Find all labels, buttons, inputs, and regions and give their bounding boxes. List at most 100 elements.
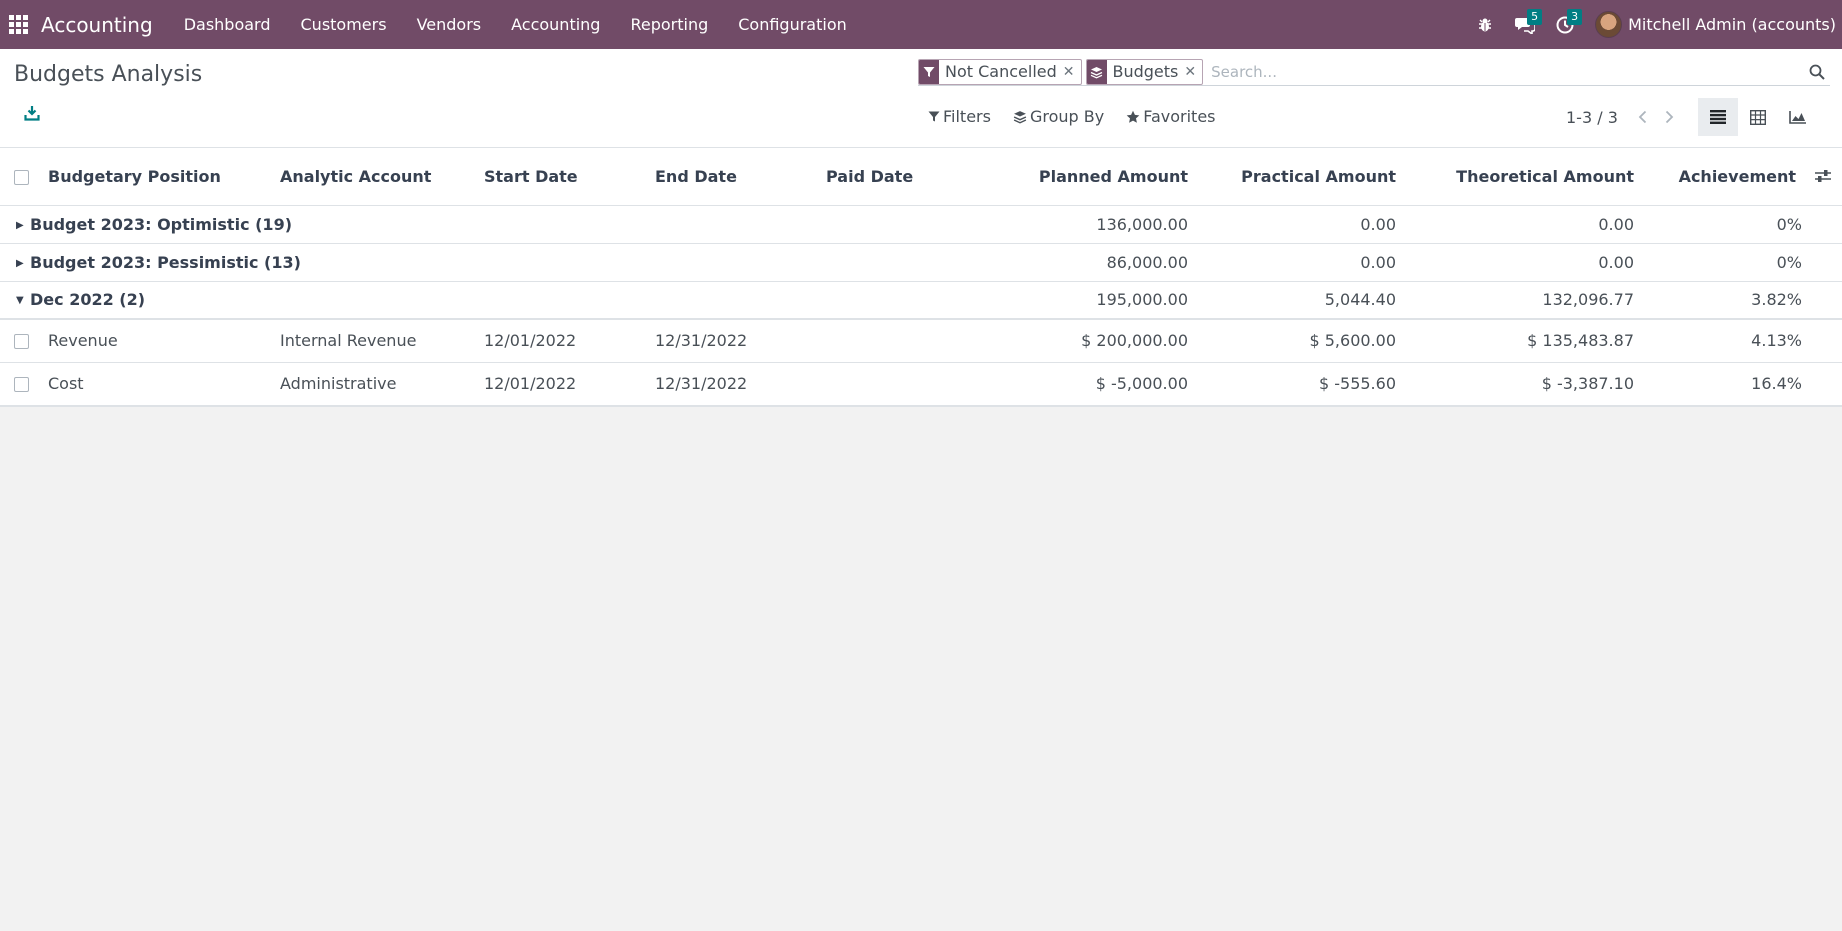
column-end-date[interactable]: End Date [647, 148, 818, 206]
column-planned-amount[interactable]: Planned Amount [989, 148, 1196, 206]
messages-chat-icon[interactable]: 5 [1505, 0, 1545, 49]
apps-menu-icon[interactable] [0, 0, 36, 49]
facet-budgets[interactable]: Budgets ✕ [1085, 59, 1204, 85]
group-label: Dec 2022 (2) [30, 290, 146, 310]
search-bar: Not Cancelled ✕ Budgets ✕ [918, 59, 1830, 86]
cell-practical-amount: $ 5,600.00 [1196, 319, 1404, 363]
facet-remove-icon[interactable]: ✕ [1184, 60, 1202, 84]
cell-end-date: 12/31/2022 [647, 319, 818, 363]
group-row[interactable]: ▼ Dec 2022 (2) 195,000.00 5,044.40 132,09… [0, 281, 1842, 320]
column-analytic-account[interactable]: Analytic Account [272, 148, 476, 206]
star-icon [1126, 110, 1140, 123]
cell-paid-date [818, 319, 989, 363]
layers-icon [1013, 110, 1027, 123]
search-icon[interactable] [1804, 59, 1830, 85]
group-achievement: 3.82% [1642, 281, 1842, 320]
menu-vendors[interactable]: Vendors [402, 0, 497, 49]
group-theoretical: 0.00 [1404, 205, 1642, 244]
menu-configuration[interactable]: Configuration [723, 0, 862, 49]
column-start-date[interactable]: Start Date [476, 148, 647, 206]
cell-start-date: 12/01/2022 [476, 362, 647, 406]
cell-planned-amount: $ -5,000.00 [989, 362, 1196, 406]
user-menu[interactable]: Mitchell Admin (accounts) [1595, 11, 1836, 38]
cell-achievement: 16.4% [1642, 362, 1842, 406]
cell-analytic-account: Internal Revenue [272, 319, 476, 363]
download-button[interactable] [24, 105, 44, 125]
activities-count-badge: 3 [1567, 9, 1583, 25]
group-by-button[interactable]: Group By [1013, 107, 1104, 126]
cell-paid-date [818, 362, 989, 406]
caret-down-icon: ▼ [16, 295, 24, 307]
top-navbar: Accounting Dashboard Customers Vendors A… [0, 0, 1842, 49]
caret-right-icon: ▶ [16, 219, 24, 231]
activities-clock-icon[interactable]: 3 [1545, 0, 1585, 49]
debug-bug-icon[interactable] [1465, 0, 1505, 49]
column-achievement[interactable]: Achievement [1679, 167, 1796, 186]
list-view-icon[interactable] [1698, 98, 1738, 136]
group-achievement: 0% [1642, 243, 1842, 282]
column-paid-date[interactable]: Paid Date [818, 148, 989, 206]
app-brand[interactable]: Accounting [41, 13, 153, 37]
pager-value[interactable]: 1-3 / 3 [1566, 108, 1618, 127]
cell-budgetary-position: Revenue [40, 319, 272, 363]
group-by-label: Group By [1029, 107, 1105, 126]
facet-remove-icon[interactable]: ✕ [1063, 60, 1081, 84]
group-planned: 86,000.00 [989, 243, 1196, 282]
menu-customers[interactable]: Customers [286, 0, 402, 49]
cell-start-date: 12/01/2022 [476, 319, 647, 363]
cell-practical-amount: $ -555.60 [1196, 362, 1404, 406]
group-practical: 0.00 [1196, 205, 1404, 244]
menu-accounting[interactable]: Accounting [496, 0, 615, 49]
group-label: Budget 2023: Pessimistic (13) [30, 252, 301, 272]
avatar [1595, 11, 1623, 38]
search-input[interactable] [1207, 59, 1804, 85]
facet-label: Not Cancelled [945, 62, 1057, 81]
facet-label: Budgets [1112, 62, 1179, 81]
favorites-label: Favorites [1143, 107, 1216, 126]
filters-button[interactable]: Filters [928, 107, 991, 126]
group-achievement: 0% [1642, 205, 1842, 244]
column-theoretical-amount[interactable]: Theoretical Amount [1404, 148, 1642, 206]
cell-analytic-account: Administrative [272, 362, 476, 406]
table-header-row: Budgetary Position Analytic Account Star… [0, 148, 1842, 206]
menu-dashboard[interactable]: Dashboard [169, 0, 286, 49]
messages-count-badge: 5 [1527, 9, 1543, 25]
table-row[interactable]: Cost Administrative 12/01/2022 12/31/202… [0, 362, 1842, 406]
pager: 1-3 / 3 [1566, 107, 1680, 127]
funnel-icon [928, 111, 940, 122]
group-practical: 0.00 [1196, 243, 1404, 282]
budget-list: Budgetary Position Analytic Account Star… [0, 148, 1842, 407]
group-planned: 136,000.00 [989, 205, 1196, 244]
menu-reporting[interactable]: Reporting [615, 0, 723, 49]
select-all-checkbox[interactable] [14, 169, 29, 185]
cell-end-date: 12/31/2022 [647, 362, 818, 406]
row-checkbox[interactable] [14, 334, 29, 350]
group-theoretical: 0.00 [1404, 243, 1642, 282]
cell-theoretical-amount: $ 135,483.87 [1404, 319, 1642, 363]
group-label: Budget 2023: Optimistic (19) [30, 214, 293, 234]
group-row[interactable]: ▶ Budget 2023: Pessimistic (13) 86,000.00… [0, 243, 1842, 282]
facet-not-cancelled[interactable]: Not Cancelled ✕ [918, 59, 1082, 85]
pager-previous-icon[interactable] [1632, 107, 1654, 127]
group-row[interactable]: ▶ Budget 2023: Optimistic (19) 136,000.00… [0, 205, 1842, 244]
page-title: Budgets Analysis [14, 62, 203, 87]
pager-next-icon[interactable] [1658, 107, 1680, 127]
optional-columns-toggle-icon[interactable] [1814, 168, 1832, 187]
layers-icon [1086, 60, 1107, 84]
group-planned: 195,000.00 [989, 281, 1196, 320]
favorites-button[interactable]: Favorites [1126, 107, 1216, 126]
pivot-view-icon[interactable] [1738, 98, 1778, 136]
column-practical-amount[interactable]: Practical Amount [1196, 148, 1404, 206]
cell-theoretical-amount: $ -3,387.10 [1404, 362, 1642, 406]
cell-achievement: 4.13% [1642, 319, 1842, 363]
group-theoretical: 132,096.77 [1404, 281, 1642, 320]
graph-view-icon[interactable] [1778, 98, 1818, 136]
control-panel: Budgets Analysis Not Cancelled ✕ Budgets… [0, 49, 1842, 148]
group-practical: 5,044.40 [1196, 281, 1404, 320]
row-checkbox[interactable] [14, 377, 29, 392]
column-budgetary-position[interactable]: Budgetary Position [40, 148, 272, 206]
cell-planned-amount: $ 200,000.00 [989, 319, 1196, 363]
table-row[interactable]: Revenue Internal Revenue 12/01/2022 12/3… [0, 319, 1842, 363]
view-switcher [1698, 98, 1818, 136]
cell-budgetary-position: Cost [40, 362, 272, 406]
